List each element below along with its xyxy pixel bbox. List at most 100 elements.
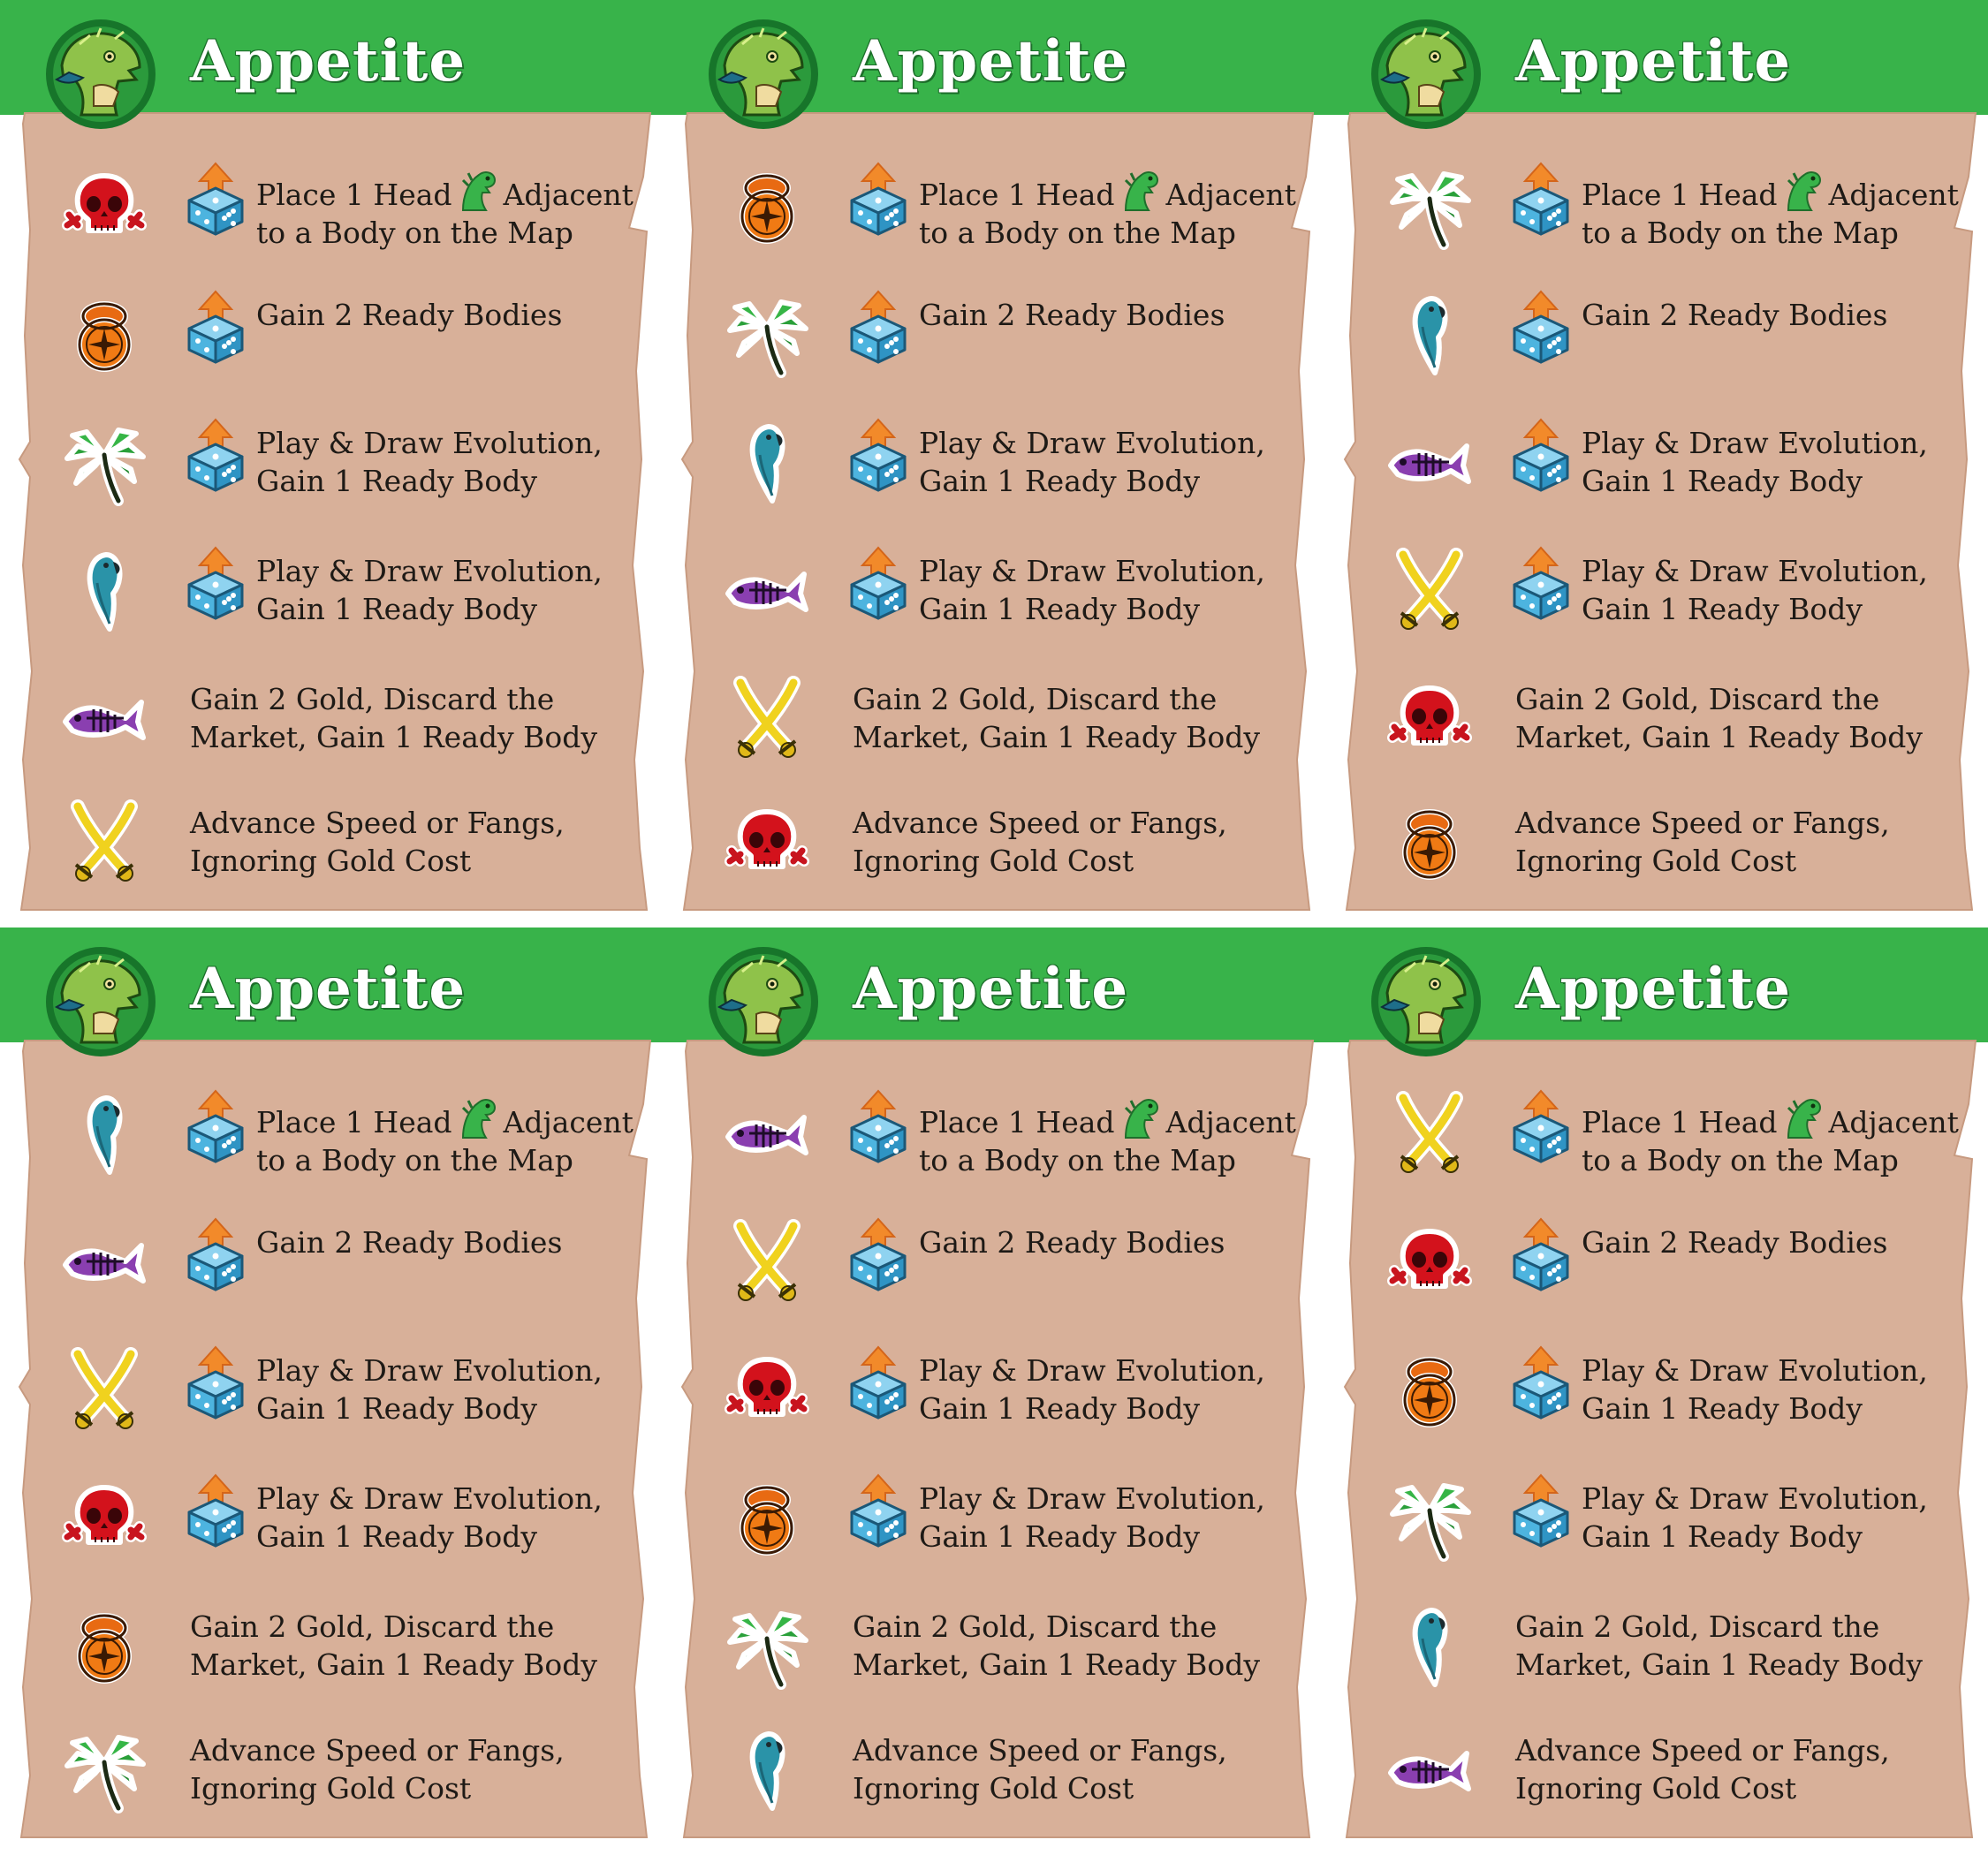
ability-row: Play & Draw Evolution, Gain 1 Ready Body xyxy=(1325,1338,1988,1444)
dinosaur-head-icon xyxy=(459,1095,497,1141)
ability-line-part: Place 1 Head xyxy=(919,1105,1115,1140)
parrot-icon xyxy=(723,1727,811,1815)
skull-icon xyxy=(60,1475,148,1564)
ability-text: Play & Draw Evolution, Gain 1 Ready Body xyxy=(919,1352,1265,1427)
ability-line: to a Body on the Map xyxy=(919,1143,1236,1177)
ability-text: Play & Draw Evolution, Gain 1 Ready Body xyxy=(256,552,603,628)
card-title: Appetite xyxy=(190,28,467,95)
ability-line-part: Place 1 Head xyxy=(1582,178,1778,212)
dinosaur-head-icon xyxy=(1785,168,1822,214)
ability-line: Gain 2 Ready Bodies xyxy=(1582,298,1888,332)
die-upgrade-icon xyxy=(1511,162,1571,236)
ability-line: Gain 2 Ready Bodies xyxy=(919,298,1225,332)
parrot-icon xyxy=(1385,1603,1474,1692)
ability-row: Place 1 Head Adjacent to a Body on the Ma… xyxy=(0,155,663,261)
die-upgrade-icon xyxy=(848,546,908,620)
fish-skeleton-icon xyxy=(60,1219,148,1307)
ability-row: Play & Draw Evolution, Gain 1 Ready Body xyxy=(1325,411,1988,517)
ability-card: Appetite Place 1 Head Adjacent to a Body … xyxy=(1325,928,1988,1855)
dinosaur-emblem-icon xyxy=(1370,18,1483,131)
ability-line: Market, Gain 1 Ready Body xyxy=(853,720,1261,754)
parrot-icon xyxy=(60,548,148,636)
palm-tree-icon xyxy=(60,1727,148,1815)
crossed-swords-icon xyxy=(1385,1091,1474,1179)
ability-row: Advance Speed or Fangs, Ignoring Gold Cos… xyxy=(663,1718,1325,1824)
ability-row: Gain 2 Ready Bodies xyxy=(663,283,1325,389)
crossed-swords-icon xyxy=(1385,548,1474,636)
ability-text: Gain 2 Gold, Discard the Market, Gain 1 R… xyxy=(853,1608,1260,1684)
ability-row: Gain 2 Ready Bodies xyxy=(0,283,663,389)
fish-skeleton-icon xyxy=(723,1091,811,1179)
ability-line: Play & Draw Evolution, xyxy=(1582,554,1928,588)
parrot-icon xyxy=(1385,292,1474,380)
ability-text: Gain 2 Gold, Discard the Market, Gain 1 R… xyxy=(190,1608,597,1684)
ability-line: Place 1 Head Adjacent xyxy=(1582,1095,1959,1141)
crossed-swords-icon xyxy=(60,799,148,888)
ability-line-part: Place 1 Head xyxy=(1582,1105,1778,1140)
skull-icon xyxy=(723,1347,811,1435)
ability-line: Advance Speed or Fangs, xyxy=(853,806,1227,840)
ability-line: Gain 2 Gold, Discard the xyxy=(190,1609,555,1644)
ability-row: Place 1 Head Adjacent to a Body on the Ma… xyxy=(1325,1082,1988,1188)
parrot-icon xyxy=(723,420,811,508)
ability-line-part: Adjacent xyxy=(1165,1105,1296,1140)
ability-text: Gain 2 Gold, Discard the Market, Gain 1 R… xyxy=(1515,680,1923,756)
ability-row: Play & Draw Evolution, Gain 1 Ready Body xyxy=(1325,1466,1988,1572)
ability-line: Gain 1 Ready Body xyxy=(919,1519,1201,1554)
ability-row: Play & Draw Evolution, Gain 1 Ready Body xyxy=(663,411,1325,517)
parrot-icon xyxy=(60,1091,148,1179)
ability-line: Gain 2 Gold, Discard the xyxy=(853,1609,1218,1644)
ability-line: Gain 2 Gold, Discard the xyxy=(853,682,1218,716)
compass-icon xyxy=(1385,1347,1474,1435)
ability-line-part: Adjacent xyxy=(1165,178,1296,212)
dinosaur-head-icon xyxy=(459,168,497,214)
ability-row: Gain 2 Gold, Discard the Market, Gain 1 R… xyxy=(0,667,663,773)
ability-line-part: Adjacent xyxy=(1828,1105,1959,1140)
ability-line: Play & Draw Evolution, xyxy=(256,1481,603,1516)
ability-text: Gain 2 Ready Bodies xyxy=(919,1223,1225,1261)
ability-line: Play & Draw Evolution, xyxy=(919,426,1265,460)
ability-line: Market, Gain 1 Ready Body xyxy=(853,1647,1261,1682)
ability-text: Advance Speed or Fangs, Ignoring Gold Cos… xyxy=(1515,804,1890,880)
ability-line: to a Body on the Map xyxy=(256,216,573,250)
dinosaur-emblem-icon xyxy=(1370,945,1483,1058)
die-upgrade-icon xyxy=(848,418,908,492)
ability-line: Market, Gain 1 Ready Body xyxy=(1515,1647,1924,1682)
dinosaur-head-icon xyxy=(1785,1095,1822,1141)
card-title: Appetite xyxy=(190,956,467,1022)
ability-text: Place 1 Head Adjacent to a Body on the Ma… xyxy=(1582,1095,1959,1179)
ability-line-part: Place 1 Head xyxy=(919,178,1115,212)
ability-line: Play & Draw Evolution, xyxy=(1582,1353,1928,1388)
ability-line: Advance Speed or Fangs, xyxy=(190,806,565,840)
ability-line: Market, Gain 1 Ready Body xyxy=(190,1647,598,1682)
ability-text: Play & Draw Evolution, Gain 1 Ready Body xyxy=(256,1352,603,1427)
dinosaur-emblem-icon xyxy=(44,945,157,1058)
ability-line: Play & Draw Evolution, xyxy=(256,1353,603,1388)
ability-line: Gain 1 Ready Body xyxy=(256,1391,538,1426)
ability-text: Play & Draw Evolution, Gain 1 Ready Body xyxy=(1582,1352,1928,1427)
ability-line: to a Body on the Map xyxy=(256,1143,573,1177)
ability-row: Play & Draw Evolution, Gain 1 Ready Body xyxy=(663,1466,1325,1572)
ability-line: Ignoring Gold Cost xyxy=(1515,844,1797,878)
ability-line: Place 1 Head Adjacent xyxy=(256,1095,634,1141)
die-upgrade-icon xyxy=(186,162,246,236)
palm-tree-icon xyxy=(723,292,811,380)
skull-icon xyxy=(60,163,148,252)
dinosaur-emblem-icon xyxy=(707,945,820,1058)
ability-text: Play & Draw Evolution, Gain 1 Ready Body xyxy=(1582,552,1928,628)
die-upgrade-icon xyxy=(848,1089,908,1163)
ability-line-part: Place 1 Head xyxy=(256,1105,452,1140)
fish-skeleton-icon xyxy=(1385,420,1474,508)
ability-text: Play & Draw Evolution, Gain 1 Ready Body xyxy=(919,424,1265,500)
ability-text: Gain 2 Ready Bodies xyxy=(1582,296,1887,334)
ability-card: Appetite Place 1 Head Adjacent to a Body … xyxy=(0,928,663,1855)
ability-line: Ignoring Gold Cost xyxy=(1515,1771,1797,1806)
ability-text: Advance Speed or Fangs, Ignoring Gold Cos… xyxy=(853,804,1227,880)
ability-row: Gain 2 Gold, Discard the Market, Gain 1 R… xyxy=(1325,667,1988,773)
ability-text: Gain 2 Ready Bodies xyxy=(1582,1223,1887,1261)
skull-icon xyxy=(1385,676,1474,764)
ability-line: Gain 1 Ready Body xyxy=(919,592,1201,626)
ability-line: Gain 1 Ready Body xyxy=(256,592,538,626)
ability-line: Ignoring Gold Cost xyxy=(853,1771,1134,1806)
ability-line: Gain 1 Ready Body xyxy=(1582,1391,1863,1426)
